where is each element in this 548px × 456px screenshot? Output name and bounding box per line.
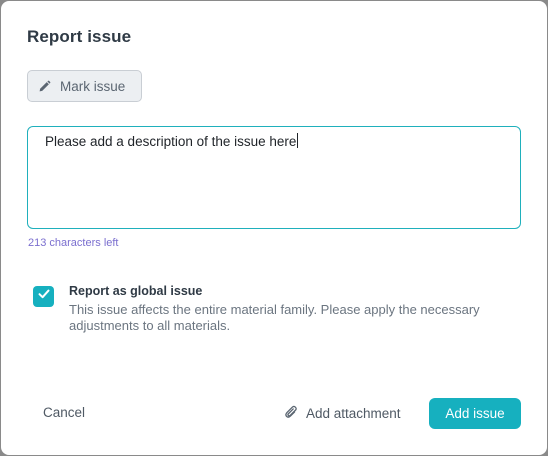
add-attachment-label: Add attachment (306, 406, 401, 421)
paperclip-icon (284, 405, 298, 422)
global-issue-description: This issue affects the entire material f… (69, 302, 480, 333)
mark-issue-label: Mark issue (60, 78, 126, 94)
character-counter: 213 characters left (28, 237, 119, 249)
report-issue-dialog: Report issue Mark issue Please add a des… (1, 1, 547, 455)
description-textarea[interactable]: Please add a description of the issue he… (27, 126, 521, 229)
global-issue-checkbox[interactable] (33, 286, 54, 307)
dialog-title: Report issue (27, 27, 132, 46)
global-issue-title: Report as global issue (69, 284, 203, 298)
checkmark-icon (37, 287, 51, 306)
cancel-button[interactable]: Cancel (43, 405, 85, 420)
description-text: Please add a description of the issue he… (45, 134, 297, 149)
add-issue-button[interactable]: Add issue (429, 398, 521, 429)
mark-issue-button[interactable]: Mark issue (27, 70, 142, 102)
pencil-icon (38, 80, 51, 93)
add-attachment-button[interactable]: Add attachment (284, 405, 401, 422)
text-caret (297, 133, 299, 148)
